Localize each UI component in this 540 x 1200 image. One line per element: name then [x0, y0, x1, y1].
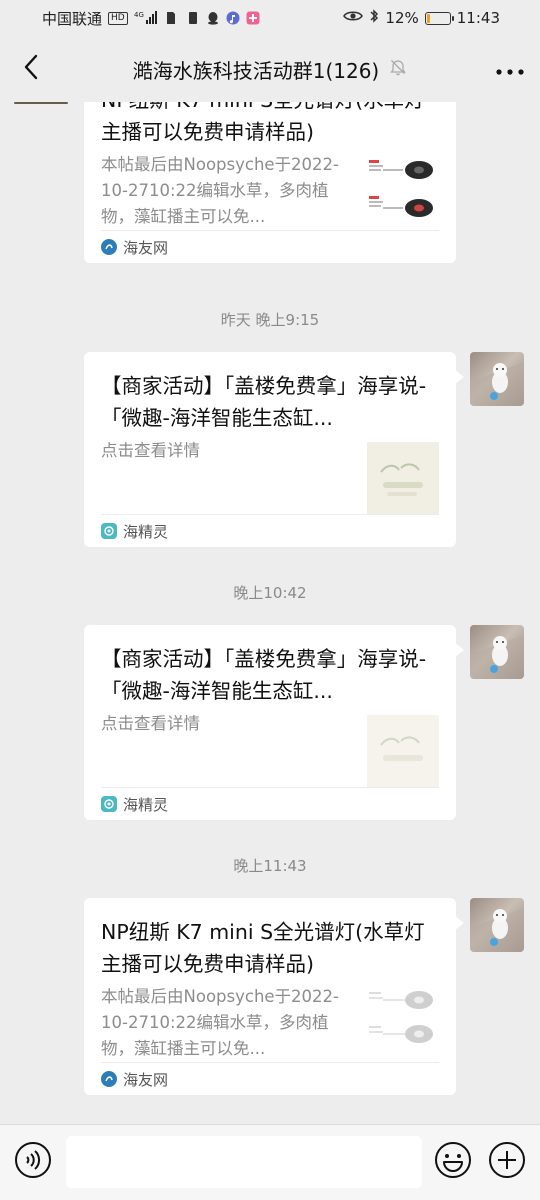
network-type: 4G [134, 11, 144, 19]
message-list[interactable]: NP纽斯 K7 mini S全光谱灯(水草灯主播可以免费申请样品) 本帖最后由N… [0, 102, 540, 1124]
haiyouwang-icon [101, 1071, 117, 1087]
avatar[interactable] [470, 898, 524, 952]
card-description: 点击查看详情 [101, 441, 200, 460]
chat-title: 澔海水族科技活动群1(126) [132, 58, 380, 83]
card-body: 本帖最后由Noopsyche于2022-10-2710:22编辑水草，多肉植物，… [101, 152, 439, 230]
link-card[interactable]: 【商家活动】「盖楼免费拿」海享说-「微趣-海洋智能生态缸... 点击查看详情 海… [84, 352, 464, 547]
status-left: 中国联通 HD 4G [42, 8, 260, 29]
card-body: 点击查看详情 [101, 711, 439, 787]
signal-icon: 4G [134, 10, 160, 27]
sim-icon [166, 11, 180, 25]
carrier-name: 中国联通 [42, 9, 103, 28]
avatar[interactable] [14, 102, 68, 104]
card-title: NP纽斯 K7 mini S全光谱灯(水草灯主播可以免费申请样品) [101, 920, 425, 976]
emoji-button[interactable] [434, 1141, 472, 1183]
card-source: 海友网 [101, 230, 439, 263]
card-source: 海友网 [101, 1062, 439, 1095]
time-label: 昨天 晚上9:15 [220, 311, 320, 329]
title-wrap: 澔海水族科技活动群1(126) [133, 55, 408, 84]
time-label: 晚上11:43 [233, 857, 307, 875]
card-body: 点击查看详情 [101, 438, 439, 514]
voice-button[interactable] [14, 1141, 52, 1183]
chat-header: 澔海水族科技活动群1(126) [0, 36, 540, 102]
input-bar [0, 1124, 540, 1200]
link-card[interactable]: NP纽斯 K7 mini S全光谱灯(水草灯主播可以免费申请样品) 本帖最后由N… [84, 102, 456, 263]
back-button[interactable] [14, 52, 48, 86]
card-source: 海精灵 [101, 787, 439, 820]
card-source-name: 海精灵 [123, 795, 169, 814]
add-button[interactable] [488, 1141, 526, 1183]
app-icon [246, 11, 260, 25]
bluetooth-icon [369, 8, 379, 28]
promo-thumbnail [367, 715, 439, 787]
card-title: 【商家活动】「盖楼免费拿」海享说-「微趣-海洋智能生态缸... [101, 374, 427, 430]
haijingling-icon [101, 796, 117, 812]
music-icon [226, 11, 240, 25]
battery-level [426, 13, 430, 23]
product-thumbnail [367, 988, 439, 1060]
chevron-left-icon [23, 54, 39, 84]
card-source-name: 海精灵 [123, 522, 169, 541]
card-title: 【商家活动】「盖楼免费拿」海享说-「微趣-海洋智能生态缸... [101, 647, 427, 703]
eye-icon [343, 9, 364, 27]
qq-icon [206, 11, 220, 25]
status-time: 11:43 [456, 9, 500, 27]
card-description: 本帖最后由Noopsyche于2022-10-2710:22编辑水草，多肉植物，… [101, 155, 339, 226]
avatar[interactable] [470, 352, 524, 406]
link-card[interactable]: 【商家活动】「盖楼免费拿」海享说-「微趣-海洋智能生态缸... 点击查看详情 海… [84, 625, 464, 820]
bell-off-icon [389, 58, 407, 80]
card-source-name: 海友网 [123, 1070, 169, 1089]
haijingling-icon [101, 523, 117, 539]
battery-percent: 12% [385, 9, 419, 27]
card-description: 点击查看详情 [101, 714, 200, 733]
message-input[interactable] [66, 1136, 422, 1188]
time-label: 晚上10:42 [233, 584, 307, 602]
emoji-icon [434, 1141, 472, 1183]
card-source: 海精灵 [101, 514, 439, 547]
haiyouwang-icon [101, 239, 117, 255]
card-description: 本帖最后由Noopsyche于2022-10-2710:22编辑水草，多肉植物，… [101, 987, 339, 1058]
battery-icon [424, 11, 454, 25]
voice-icon [14, 1141, 52, 1183]
more-dots-icon [496, 60, 524, 79]
status-bar: 中国联通 HD 4G 12% 11:43 [0, 0, 540, 36]
more-button[interactable] [490, 52, 530, 86]
app-notification-icon [186, 11, 200, 25]
card-title: NP纽斯 K7 mini S全光谱灯(水草灯主播可以免费申请样品) [101, 102, 425, 144]
card-body: 本帖最后由Noopsyche于2022-10-2710:22编辑水草，多肉植物，… [101, 984, 439, 1062]
card-source-name: 海友网 [123, 238, 169, 257]
promo-thumbnail [367, 442, 439, 514]
link-card[interactable]: NP纽斯 K7 mini S全光谱灯(水草灯主播可以免费申请样品) 本帖最后由N… [84, 898, 464, 1095]
avatar[interactable] [470, 625, 524, 679]
plus-circle-icon [488, 1141, 526, 1183]
status-right: 12% 11:43 [343, 8, 500, 28]
product-thumbnail [367, 156, 439, 228]
hd-icon: HD [108, 11, 128, 25]
